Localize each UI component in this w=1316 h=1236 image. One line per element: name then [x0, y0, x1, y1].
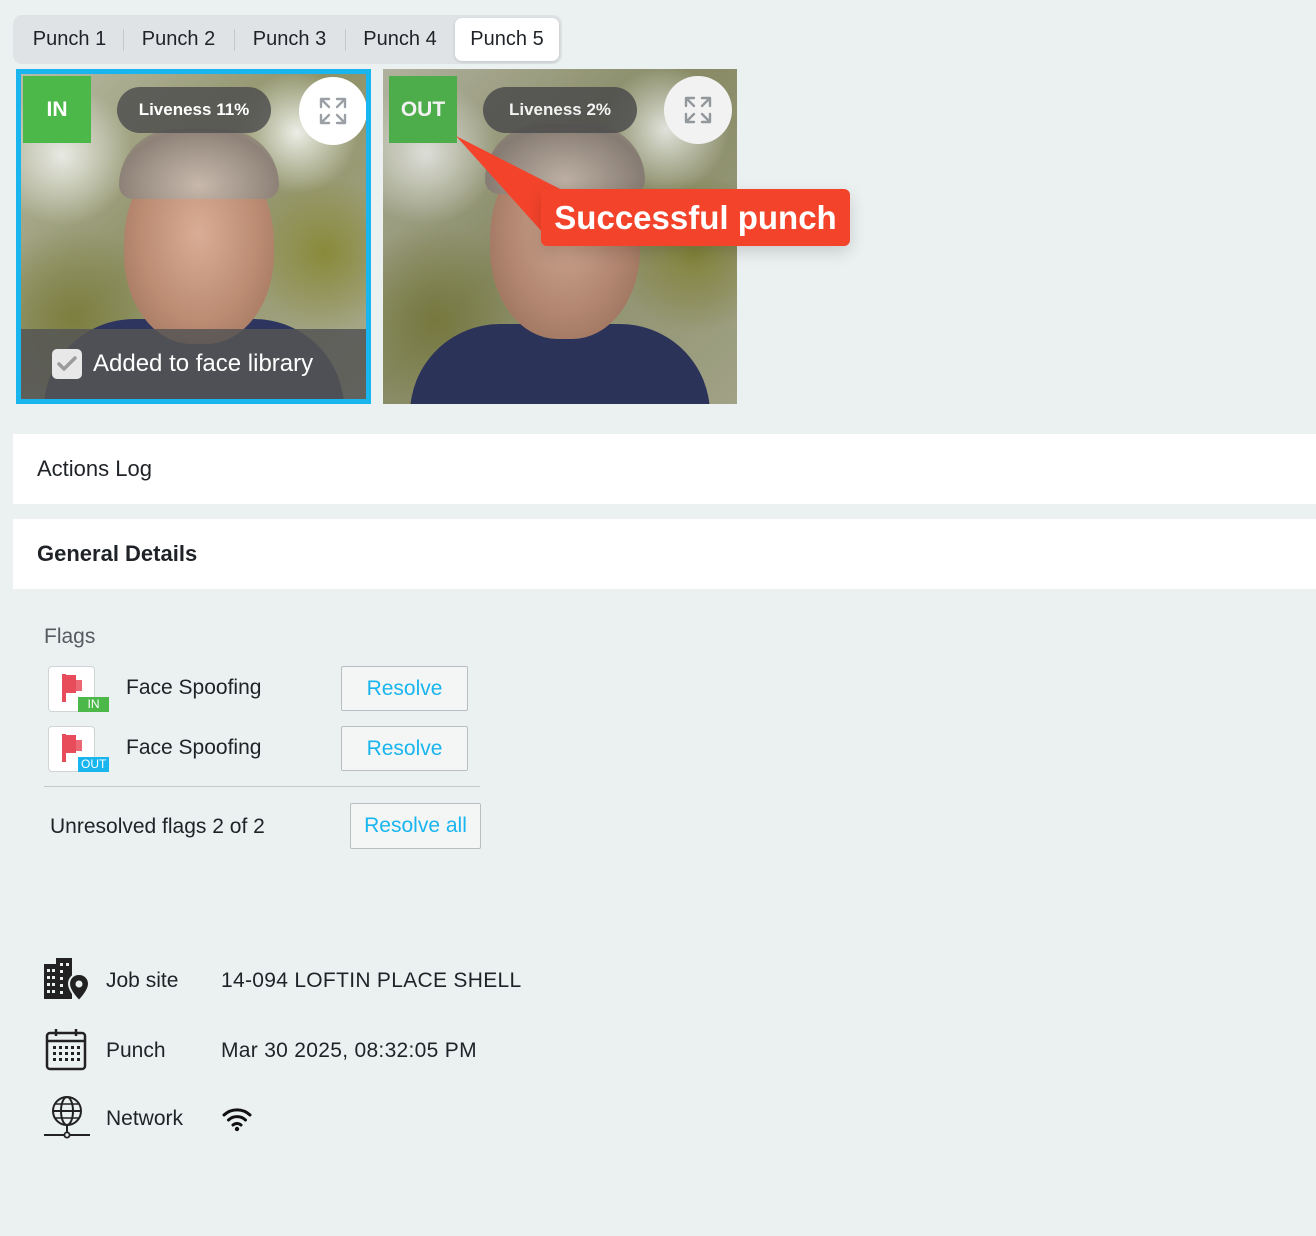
resolve-button[interactable]: Resolve [341, 666, 468, 711]
out-badge: OUT [389, 76, 457, 143]
liveness-pill: Liveness 11% [117, 87, 271, 133]
in-badge: IN [23, 76, 91, 143]
successful-punch-callout: Successful punch [541, 189, 850, 246]
photo-hair [485, 124, 645, 194]
job-site-row: Job site 14-094 LOFTIN PLACE SHELL [42, 956, 642, 1006]
face-library-checkbox[interactable] [52, 349, 82, 379]
general-details-section[interactable]: General Details [13, 519, 1316, 589]
expand-button[interactable] [299, 77, 366, 145]
tab-label: Punch 4 [363, 28, 437, 50]
liveness-pill: Liveness 2% [483, 87, 637, 133]
tab-label: Punch 5 [470, 28, 544, 50]
punch-tabs: Punch 1 Punch 2 Punch 3 Punch 4 Punch 5 [13, 15, 562, 64]
flag-icon: OUT [48, 726, 109, 772]
job-site-value: 14-094 LOFTIN PLACE SHELL [221, 969, 522, 992]
flags-divider [44, 786, 480, 787]
tab-label: Punch 2 [141, 28, 216, 50]
expand-icon [319, 97, 347, 125]
flag-icon: IN [48, 666, 109, 712]
face-library-label: Added to face library [93, 350, 314, 377]
unresolved-flags-count: Unresolved flags 2 of 2 [50, 815, 265, 838]
resolve-button[interactable]: Resolve [341, 726, 468, 771]
detail-label: Job site [106, 969, 179, 992]
section-title: General Details [37, 541, 198, 566]
resolve-all-button[interactable]: Resolve all [350, 803, 481, 849]
flag-label: Face Spoofing [126, 736, 262, 759]
tab-punch-5[interactable]: Punch 5 [455, 18, 559, 61]
expand-icon [684, 96, 712, 124]
punch-row: Punch Mar 30 2025, 08:32:05 PM [42, 1026, 642, 1076]
detail-label: Punch [106, 1039, 166, 1062]
tab-punch-3[interactable]: Punch 3 [234, 18, 345, 61]
tab-label: Punch 3 [252, 28, 327, 50]
tab-punch-2[interactable]: Punch 2 [123, 18, 234, 61]
building-location-icon [44, 958, 91, 1003]
photo-hair [118, 129, 279, 199]
network-globe-icon [44, 1096, 90, 1139]
face-library-bar: Added to face library [21, 329, 366, 399]
calendar-icon [45, 1029, 87, 1071]
punch-in-photo[interactable]: IN Liveness 11% Added to face library [16, 69, 371, 404]
tab-label: Punch 1 [32, 28, 107, 50]
flag-label: Face Spoofing [126, 676, 262, 699]
wifi-icon [222, 1108, 252, 1132]
section-title: Actions Log [37, 456, 152, 481]
punch-time-value: Mar 30 2025, 08:32:05 PM [221, 1039, 477, 1062]
flag-in-tag: IN [78, 697, 109, 712]
tab-punch-4[interactable]: Punch 4 [345, 18, 455, 61]
detail-label: Network [106, 1107, 184, 1130]
punch-details-page: Punch 1 Punch 2 Punch 3 Punch 4 Punch 5 … [0, 0, 1316, 1236]
network-row: Network [42, 1094, 642, 1144]
actions-log-section[interactable]: Actions Log [13, 434, 1316, 504]
flags-title: Flags [44, 625, 96, 648]
check-icon [57, 356, 77, 371]
expand-button[interactable] [664, 76, 732, 144]
flag-out-tag: OUT [78, 757, 109, 772]
tab-punch-1[interactable]: Punch 1 [16, 18, 123, 61]
